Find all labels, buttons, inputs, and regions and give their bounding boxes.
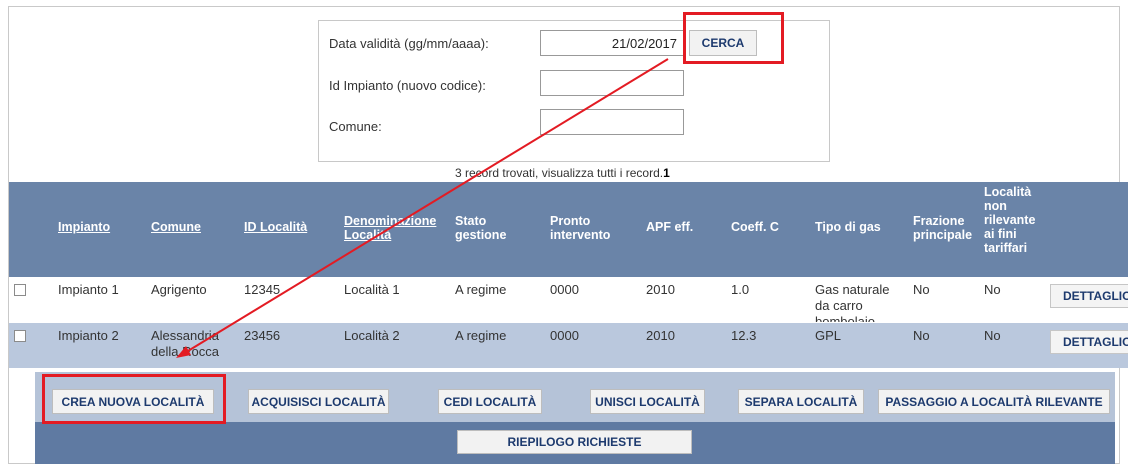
col-non-rilevante: Località non rilevante ai fini tariffari	[984, 185, 1036, 255]
table-row: Impianto 2 Alessandria della Rocca 23456…	[9, 322, 1128, 368]
cell-coeff: 1.0	[731, 282, 750, 297]
cell-impianto: Impianto 1	[58, 282, 119, 297]
cell-apf: 2010	[646, 282, 675, 297]
cell-frazione: No	[913, 282, 930, 297]
date-field[interactable]	[540, 30, 684, 56]
col-stato-gestione: Stato gestione	[455, 214, 507, 242]
table-row: Impianto 1 Agrigento 12345 Località 1 A …	[9, 277, 1128, 329]
cell-pronto: 0000	[550, 328, 579, 343]
impianto-field[interactable]	[540, 70, 684, 96]
cell-stato: A regime	[455, 328, 507, 343]
cedi-localita-button[interactable]: CEDI LOCALITÀ	[438, 389, 542, 414]
col-tipo-gas: Tipo di gas	[815, 220, 881, 234]
impianto-label: Id Impianto (nuovo codice):	[329, 78, 486, 93]
cell-non-rilevante: No	[984, 328, 1001, 343]
records-text[interactable]: 3 record trovati, visualizza tutti i rec…	[455, 166, 663, 180]
crea-localita-button[interactable]: CREA NUOVA LOCALITÀ	[52, 389, 214, 414]
col-apf: APF eff.	[646, 220, 694, 234]
search-button[interactable]: CERCA	[689, 30, 757, 56]
riepilogo-richieste-button[interactable]: RIEPILOGO RICHIESTE	[457, 430, 692, 454]
col-coeff: Coeff. C	[731, 220, 779, 234]
cell-pronto: 0000	[550, 282, 579, 297]
cell-frazione: No	[913, 328, 930, 343]
detail-button[interactable]: DETTAGLIO	[1050, 330, 1128, 354]
cell-id-localita: 23456	[244, 328, 281, 343]
search-panel: Data validità (gg/mm/aaaa): CERCA Id Imp…	[318, 20, 830, 162]
col-id-localita[interactable]: ID Località	[244, 220, 307, 234]
table-header: Impianto Comune ID Località Denominazion…	[9, 182, 1128, 277]
comune-field[interactable]	[540, 109, 684, 135]
cell-id-localita: 12345	[244, 282, 281, 297]
row-checkbox[interactable]	[14, 330, 26, 342]
records-info: 3 record trovati, visualizza tutti i rec…	[455, 166, 670, 180]
cell-coeff: 12.3	[731, 328, 757, 343]
col-frazione: Frazione principale	[913, 214, 973, 242]
col-impianto[interactable]: Impianto	[58, 220, 110, 234]
cell-comune: Alessandria della Rocca	[151, 328, 219, 359]
detail-button[interactable]: DETTAGLIO	[1050, 284, 1128, 308]
page-number[interactable]: 1	[663, 166, 670, 180]
cell-stato: A regime	[455, 282, 507, 297]
comune-label: Comune:	[329, 119, 382, 134]
row-checkbox[interactable]	[14, 284, 26, 296]
date-label: Data validità (gg/mm/aaaa):	[329, 36, 489, 51]
cell-apf: 2010	[646, 328, 675, 343]
acquisisci-localita-button[interactable]: ACQUISISCI LOCALITÀ	[248, 389, 389, 414]
cell-denominazione: Località 1	[344, 282, 400, 297]
separa-localita-button[interactable]: SEPARA LOCALITÀ	[738, 389, 864, 414]
col-denominazione[interactable]: Denominazione Località	[344, 214, 444, 242]
cell-comune: Agrigento	[151, 282, 207, 297]
cell-denominazione: Località 2	[344, 328, 400, 343]
col-comune[interactable]: Comune	[151, 220, 201, 234]
cell-non-rilevante: No	[984, 282, 1001, 297]
cell-tipo-gas: GPL	[815, 328, 842, 343]
cell-impianto: Impianto 2	[58, 328, 119, 343]
unisci-localita-button[interactable]: UNISCI LOCALITÀ	[590, 389, 705, 414]
col-pronto-intervento: Pronto intervento	[550, 214, 611, 242]
passaggio-rilevante-button[interactable]: PASSAGGIO A LOCALITÀ RILEVANTE	[878, 389, 1110, 414]
